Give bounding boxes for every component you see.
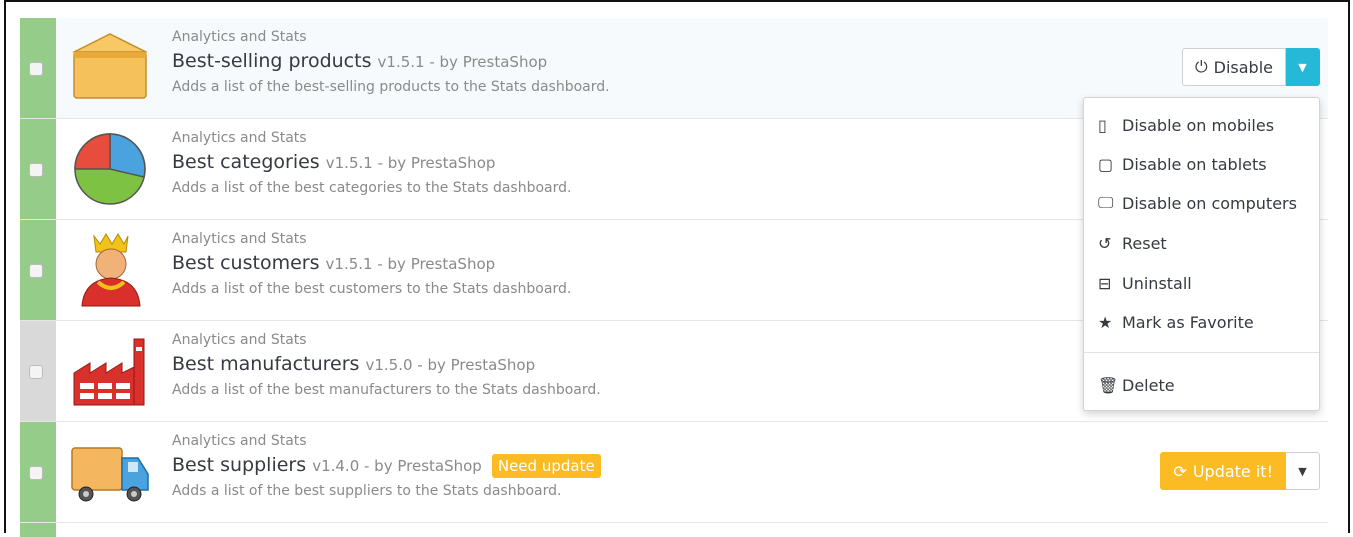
- minus-square-icon: ⊟: [1098, 273, 1112, 293]
- mobile-icon: ▯: [1098, 115, 1107, 135]
- disable-on-mobiles-item[interactable]: ▯ Disable on mobiles: [1098, 114, 1274, 136]
- disable-on-tablets-item[interactable]: ▢ Disable on tablets: [1098, 153, 1267, 175]
- module-meta: v1.5.1 - by PrestaShop: [377, 53, 548, 71]
- module-checkbox[interactable]: [29, 466, 43, 480]
- disable-button[interactable]: ⏻ Disable: [1181, 48, 1286, 86]
- caret-down-icon: ▼: [1298, 464, 1307, 478]
- delivery-truck-icon: [68, 434, 152, 510]
- module-checkbox[interactable]: [29, 62, 43, 76]
- module-status-enabled: [20, 422, 56, 522]
- module-meta: v1.5.0 - by PrestaShop: [365, 356, 536, 374]
- desktop-icon: 🖵: [1098, 193, 1114, 212]
- dropdown-divider: [1084, 352, 1319, 353]
- caret-down-icon: ▼: [1298, 60, 1307, 74]
- module-status-enabled: [20, 523, 56, 537]
- disable-on-computers-item[interactable]: 🖵 Disable on computers: [1098, 192, 1297, 214]
- crowned-customer-icon: [68, 232, 152, 308]
- pie-chart-icon: [68, 131, 152, 207]
- module-checkbox[interactable]: [29, 365, 43, 379]
- reset-item[interactable]: ↺ Reset: [1098, 232, 1167, 254]
- module-category: Analytics and Stats: [172, 130, 307, 146]
- star-icon: ★: [1098, 312, 1113, 332]
- need-update-badge: Need update: [491, 454, 601, 478]
- module-action-group: ⟳ Update it! ▼: [1160, 452, 1320, 490]
- open-box-icon: [68, 30, 152, 106]
- module-status-enabled: [20, 220, 56, 320]
- module-status-disabled: [20, 321, 56, 421]
- module-checkbox[interactable]: [29, 264, 43, 278]
- module-actions-dropdown-toggle[interactable]: ▼: [1286, 48, 1320, 86]
- module-meta: v1.4.0 - by PrestaShop: [312, 457, 482, 475]
- module-description: Adds a list of the best-selling products…: [172, 79, 610, 95]
- module-category: Analytics and Stats: [172, 332, 307, 348]
- uninstall-item[interactable]: ⊟ Uninstall: [1098, 272, 1192, 294]
- undo-icon: ↺: [1098, 233, 1112, 253]
- refresh-icon: ⟳: [1173, 461, 1187, 481]
- module-description: Adds a list of the best manufacturers to…: [172, 382, 601, 398]
- module-description: Adds a list of the best suppliers to the…: [172, 483, 562, 499]
- module-category: Analytics and Stats: [172, 433, 307, 449]
- module-row: Analytics and Stats Best suppliers v1.4.…: [20, 422, 1328, 523]
- module-name: Best-selling products: [172, 50, 372, 72]
- module-checkbox[interactable]: [29, 163, 43, 177]
- module-meta: v1.5.1 - by PrestaShop: [325, 154, 496, 172]
- module-action-group: ⏻ Disable ▼: [1181, 48, 1320, 86]
- module-row-partial: [20, 523, 1328, 537]
- factory-icon: [68, 333, 152, 409]
- module-name: Best suppliers: [172, 454, 307, 476]
- module-description: Adds a list of the best customers to the…: [172, 281, 572, 297]
- module-category: Analytics and Stats: [172, 29, 307, 45]
- delete-item[interactable]: 🗑 Delete: [1098, 374, 1175, 396]
- update-button[interactable]: ⟳ Update it!: [1160, 452, 1286, 490]
- module-meta: v1.5.1 - by PrestaShop: [325, 255, 496, 273]
- module-status-enabled: [20, 119, 56, 219]
- module-name: Best customers: [172, 252, 320, 274]
- module-description: Adds a list of the best categories to th…: [172, 180, 572, 196]
- mark-as-favorite-item[interactable]: ★ Mark as Favorite: [1098, 311, 1254, 333]
- tablet-icon: ▢: [1098, 154, 1114, 174]
- trash-icon: 🗑: [1098, 375, 1119, 395]
- module-name: Best manufacturers: [172, 353, 360, 375]
- module-category: Analytics and Stats: [172, 231, 307, 247]
- module-actions-dropdown-toggle[interactable]: ▼: [1286, 452, 1320, 490]
- power-icon: ⏻: [1194, 57, 1208, 76]
- module-status-enabled: [20, 18, 56, 118]
- module-actions-dropdown: ▯ Disable on mobiles ▢ Disable on tablet…: [1083, 97, 1320, 411]
- module-name: Best categories: [172, 151, 320, 173]
